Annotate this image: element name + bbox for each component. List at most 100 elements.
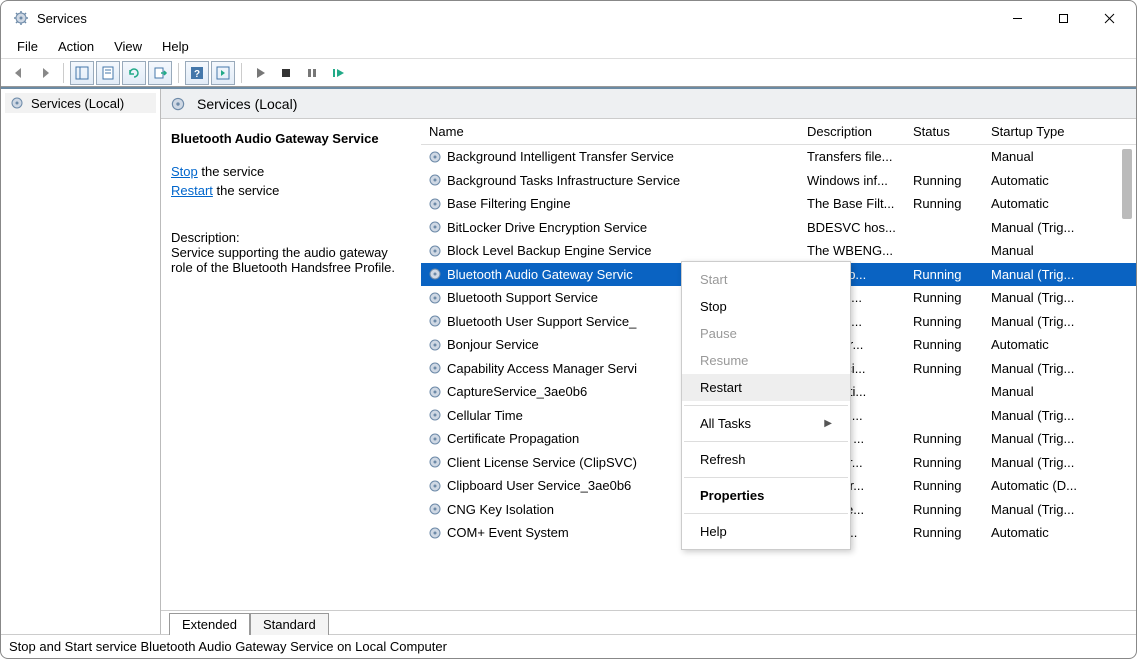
service-startup: Automatic (D... bbox=[991, 478, 1136, 493]
pane-header: Services (Local) bbox=[161, 89, 1136, 119]
menu-item-refresh[interactable]: Refresh bbox=[682, 446, 850, 473]
menu-item-start: Start bbox=[682, 266, 850, 293]
menu-view[interactable]: View bbox=[104, 36, 152, 57]
service-startup: Automatic bbox=[991, 173, 1136, 188]
scrollbar[interactable] bbox=[1120, 119, 1134, 610]
service-name: CaptureService_3ae0b6 bbox=[447, 384, 587, 399]
minimize-button[interactable] bbox=[994, 2, 1040, 34]
col-description[interactable]: Description bbox=[807, 124, 913, 139]
gear-icon bbox=[427, 313, 443, 329]
service-startup: Manual bbox=[991, 149, 1136, 164]
stop-service-button[interactable] bbox=[274, 61, 298, 85]
gear-icon bbox=[427, 266, 443, 282]
gear-icon bbox=[427, 384, 443, 400]
start-service-button[interactable] bbox=[248, 61, 272, 85]
gear-icon bbox=[427, 243, 443, 259]
gear-icon bbox=[427, 219, 443, 235]
gear-icon bbox=[427, 360, 443, 376]
service-status: Running bbox=[913, 478, 991, 493]
service-name: Clipboard User Service_3ae0b6 bbox=[447, 478, 631, 493]
stop-service-link[interactable]: Stop bbox=[171, 164, 198, 179]
help-button[interactable]: ? bbox=[185, 61, 209, 85]
maximize-button[interactable] bbox=[1040, 2, 1086, 34]
list-header: Name Description Status Startup Type bbox=[421, 119, 1136, 145]
service-name: Bluetooth User Support Service_ bbox=[447, 314, 636, 329]
service-status: Running bbox=[913, 173, 991, 188]
tree-item-label: Services (Local) bbox=[31, 96, 124, 111]
service-startup: Manual (Trig... bbox=[991, 220, 1136, 235]
service-row[interactable]: Background Tasks Infrastructure Service W… bbox=[421, 169, 1136, 193]
restart-service-button[interactable] bbox=[326, 61, 350, 85]
selected-service-name: Bluetooth Audio Gateway Service bbox=[171, 131, 409, 146]
service-desc: Transfers file... bbox=[807, 149, 913, 164]
statusbar: Stop and Start service Bluetooth Audio G… bbox=[1, 634, 1136, 658]
service-name: Bonjour Service bbox=[447, 337, 539, 352]
service-row[interactable]: Base Filtering EngineThe Base Filt...Run… bbox=[421, 192, 1136, 216]
col-startup[interactable]: Startup Type bbox=[991, 124, 1136, 139]
service-startup: Automatic bbox=[991, 525, 1136, 540]
service-status: Running bbox=[913, 267, 991, 282]
gear-icon bbox=[427, 525, 443, 541]
menu-item-stop[interactable]: Stop bbox=[682, 293, 850, 320]
pause-service-button[interactable] bbox=[300, 61, 324, 85]
menu-file[interactable]: File bbox=[7, 36, 48, 57]
menu-item-help[interactable]: Help bbox=[682, 518, 850, 545]
menu-item-restart[interactable]: Restart bbox=[682, 374, 850, 401]
tab-standard[interactable]: Standard bbox=[250, 613, 329, 635]
service-name: Background Tasks Infrastructure Service bbox=[447, 173, 680, 188]
close-button[interactable] bbox=[1086, 2, 1132, 34]
scroll-thumb[interactable] bbox=[1122, 149, 1132, 219]
col-name[interactable]: Name bbox=[425, 124, 807, 139]
service-startup: Manual bbox=[991, 243, 1136, 258]
service-name: COM+ Event System bbox=[447, 525, 569, 540]
col-status[interactable]: Status bbox=[913, 124, 991, 139]
gear-icon bbox=[427, 454, 443, 470]
separator bbox=[63, 63, 64, 83]
menu-separator bbox=[684, 405, 848, 406]
service-name: Bluetooth Support Service bbox=[447, 290, 598, 305]
tree-item-services-local[interactable]: Services (Local) bbox=[5, 93, 156, 113]
service-name: Cellular Time bbox=[447, 408, 523, 423]
menu-item-all-tasks[interactable]: All Tasks▶ bbox=[682, 410, 850, 437]
forward-button[interactable] bbox=[33, 61, 57, 85]
service-status: Running bbox=[913, 196, 991, 211]
service-desc: The WBENG... bbox=[807, 243, 913, 258]
service-name: BitLocker Drive Encryption Service bbox=[447, 220, 647, 235]
service-desc: BDESVC hos... bbox=[807, 220, 913, 235]
menu-help[interactable]: Help bbox=[152, 36, 199, 57]
restart-line: Restart the service bbox=[171, 183, 409, 198]
service-startup: Manual (Trig... bbox=[991, 267, 1136, 282]
service-name: CNG Key Isolation bbox=[447, 502, 554, 517]
service-row[interactable]: BitLocker Drive Encryption Service BDESVC… bbox=[421, 216, 1136, 240]
service-desc: Windows inf... bbox=[807, 173, 913, 188]
restart-service-link[interactable]: Restart bbox=[171, 183, 213, 198]
window-title: Services bbox=[37, 11, 994, 26]
gear-icon bbox=[427, 337, 443, 353]
service-status: Running bbox=[913, 337, 991, 352]
show-hide-tree-button[interactable] bbox=[70, 61, 94, 85]
menu-item-properties[interactable]: Properties bbox=[682, 482, 850, 509]
gear-icon bbox=[427, 501, 443, 517]
service-startup: Manual (Trig... bbox=[991, 502, 1136, 517]
properties-button[interactable] bbox=[96, 61, 120, 85]
service-startup: Manual (Trig... bbox=[991, 455, 1136, 470]
export-button[interactable] bbox=[148, 61, 172, 85]
gear-icon bbox=[427, 149, 443, 165]
main-pane: Services (Local) Bluetooth Audio Gateway… bbox=[161, 89, 1136, 634]
service-name: Certificate Propagation bbox=[447, 431, 579, 446]
service-name: Capability Access Manager Servi bbox=[447, 361, 637, 376]
separator bbox=[241, 63, 242, 83]
service-status: Running bbox=[913, 431, 991, 446]
statusbar-text: Stop and Start service Bluetooth Audio G… bbox=[9, 639, 447, 654]
refresh-button[interactable] bbox=[122, 61, 146, 85]
svg-text:?: ? bbox=[194, 69, 200, 80]
show-hide-action-pane-button[interactable] bbox=[211, 61, 235, 85]
menu-action[interactable]: Action bbox=[48, 36, 104, 57]
back-button[interactable] bbox=[7, 61, 31, 85]
pane-header-label: Services (Local) bbox=[197, 96, 297, 112]
service-name: Client License Service (ClipSVC) bbox=[447, 455, 637, 470]
description-text: Service supporting the audio gateway rol… bbox=[171, 245, 409, 275]
tab-extended[interactable]: Extended bbox=[169, 613, 250, 635]
service-row[interactable]: Background Intelligent Transfer ServiceT… bbox=[421, 145, 1136, 169]
service-row[interactable]: Block Level Backup Engine ServiceThe WBE… bbox=[421, 239, 1136, 263]
